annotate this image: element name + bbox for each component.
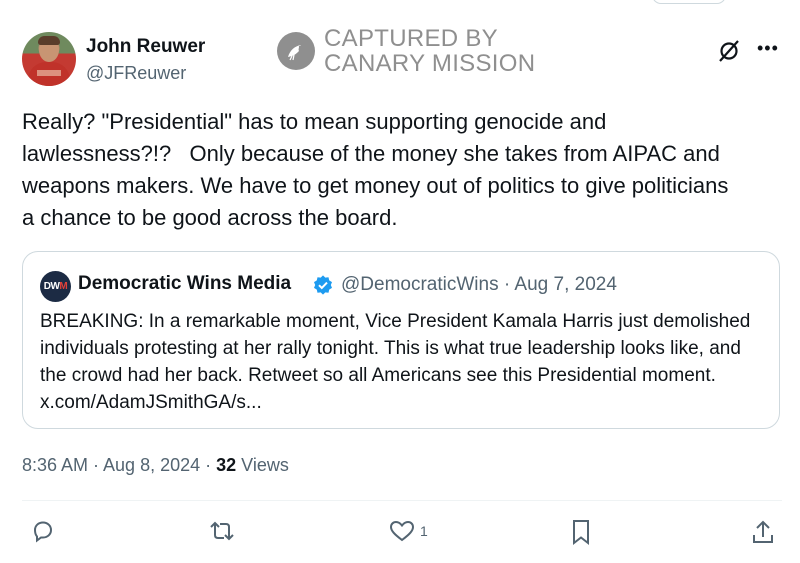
quoted-avatar-text-b: M <box>59 281 68 292</box>
author-avatar[interactable] <box>22 32 76 86</box>
canary-mission-watermark: CAPTURED BY CANARY MISSION <box>277 26 535 76</box>
author-handle[interactable]: @JFReuwer <box>86 63 186 84</box>
divider <box>22 500 782 501</box>
verified-badge-icon <box>313 275 333 300</box>
tweet-meta: 8:36 AM · Aug 8, 2024 · 32 Views <box>22 455 289 476</box>
views-count: 32 <box>216 455 237 475</box>
like-icon <box>389 520 415 542</box>
tweet-timestamp[interactable]: 8:36 AM · Aug 8, 2024 · <box>22 455 216 475</box>
quoted-tweet-text: BREAKING: In a remarkable moment, Vice P… <box>40 311 751 413</box>
retweet-icon <box>210 521 234 541</box>
quoted-avatar-text-a: DW <box>43 281 60 292</box>
share-button[interactable] <box>750 518 776 546</box>
like-count: 1 <box>420 523 428 539</box>
grok-icon[interactable] <box>718 39 740 68</box>
quoted-author-name[interactable]: Democratic Wins Media <box>78 273 291 295</box>
quoted-tweet-card[interactable]: DW M Democratic Wins Media @DemocraticWin… <box>22 251 780 429</box>
share-icon <box>753 520 773 543</box>
like-button[interactable]: 1 <box>388 518 428 544</box>
retweet-button[interactable] <box>207 518 237 544</box>
author-name[interactable]: John Reuwer <box>86 36 205 58</box>
quoted-handle-date[interactable]: @DemocraticWins · Aug 7, 2024 <box>341 274 617 296</box>
top-button-stub[interactable] <box>652 0 726 4</box>
views-label: Views <box>236 455 289 475</box>
more-options-icon[interactable]: ••• <box>757 38 779 59</box>
bookmark-button[interactable] <box>569 518 593 546</box>
reply-button[interactable] <box>30 518 56 544</box>
bookmark-icon <box>573 520 589 546</box>
watermark-line-1: CAPTURED BY <box>324 25 498 52</box>
avatar-shirt-print <box>37 70 61 76</box>
avatar-hair <box>38 36 60 45</box>
quoted-author-avatar[interactable]: DW M <box>40 271 71 302</box>
tweet-text: Really? "Presidential" has to mean suppo… <box>22 109 729 230</box>
watermark-line-2: CANARY MISSION <box>324 50 536 77</box>
canary-logo-icon <box>277 32 315 70</box>
reply-icon <box>33 521 53 543</box>
